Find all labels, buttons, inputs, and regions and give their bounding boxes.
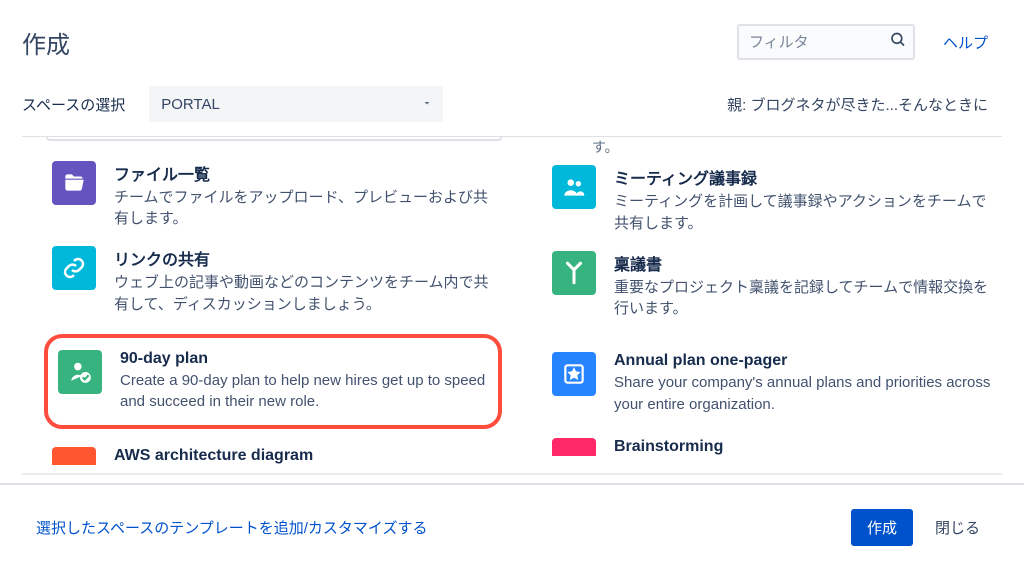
template-column-right: す。 ミーティング議事録 ミーティングを計画して議事録やアクションをチームで共有… (522, 137, 1002, 467)
template-desc: ミーティングを計画して議事録やアクションをチームで共有します。 (614, 191, 996, 235)
parent-page-info: 親: ブログネタが尽きた...そんなときに (727, 94, 988, 115)
template-item-90-day-plan[interactable]: 90-day plan Create a 90-day plan to help… (48, 342, 492, 422)
brainstorm-icon (552, 438, 596, 456)
link-icon (52, 246, 96, 290)
template-item-aws-diagram[interactable]: AWS architecture diagram (22, 439, 502, 467)
search-icon (889, 31, 907, 54)
branch-icon (552, 251, 596, 295)
help-link[interactable]: ヘルプ (943, 32, 988, 53)
template-column-left: ファイル一覧 チームでファイルをアップロード、プレビューおよび共有します。 リン… (22, 137, 502, 467)
filter-search[interactable] (737, 24, 915, 60)
partial-text: す。 (522, 137, 1002, 157)
template-item-link-share[interactable]: リンクの共有 ウェブ上の記事や動画などのコンテンツをチーム内で共有して、ディスカ… (22, 238, 502, 324)
divider (22, 473, 1002, 475)
template-desc: チームでファイルをアップロード、プレビューおよび共有します。 (114, 187, 496, 231)
diagram-icon (52, 447, 96, 465)
partial-item-outline (46, 137, 502, 141)
template-title: ファイル一覧 (114, 161, 496, 185)
space-select[interactable]: PORTAL (149, 86, 443, 122)
dialog-footer: 選択したスペースのテンプレートを追加/カスタマイズする 作成 閉じる (0, 483, 1024, 570)
chevron-down-icon (421, 96, 433, 113)
template-title: Annual plan one-pager (614, 352, 996, 370)
template-list: ファイル一覧 チームでファイルをアップロード、プレビューおよび共有します。 リン… (0, 137, 1024, 467)
template-item-file-list[interactable]: ファイル一覧 チームでファイルをアップロード、プレビューおよび共有します。 (22, 153, 502, 239)
person-check-icon (58, 350, 102, 394)
template-desc: 重要なプロジェクト稟議を記録してチームで情報交換を行います。 (614, 277, 996, 321)
template-desc: ウェブ上の記事や動画などのコンテンツをチーム内で共有して、ディスカッションしまし… (114, 272, 496, 316)
template-item-meeting-notes[interactable]: ミーティング議事録 ミーティングを計画して議事録やアクションをチームで共有します… (522, 157, 1002, 243)
template-title: AWS architecture diagram (114, 447, 496, 465)
template-title: リンクの共有 (114, 246, 496, 270)
template-item-brainstorming[interactable]: Brainstorming (522, 430, 1002, 458)
highlighted-template: 90-day plan Create a 90-day plan to help… (44, 334, 502, 430)
folder-open-icon (52, 161, 96, 205)
template-item-ringisho[interactable]: 稟議書 重要なプロジェクト稟議を記録してチームで情報交換を行います。 (522, 243, 1002, 329)
close-button[interactable]: 閉じる (927, 509, 988, 546)
template-title: Brainstorming (614, 438, 996, 456)
template-item-annual-plan[interactable]: Annual plan one-pager Share your company… (522, 344, 1002, 424)
star-note-icon (552, 352, 596, 396)
template-title: 稟議書 (614, 251, 996, 275)
template-title: 90-day plan (120, 350, 486, 368)
people-icon (552, 165, 596, 209)
space-select-label: スペースの選択 (22, 94, 125, 115)
template-desc: Share your company's annual plans and pr… (614, 372, 996, 416)
create-button[interactable]: 作成 (851, 509, 913, 546)
dialog-title: 作成 (22, 25, 70, 60)
template-title: ミーティング議事録 (614, 165, 996, 189)
customize-templates-link[interactable]: 選択したスペースのテンプレートを追加/カスタマイズする (36, 517, 427, 538)
template-desc: Create a 90-day plan to help new hires g… (120, 370, 486, 414)
space-select-value: PORTAL (161, 96, 220, 113)
